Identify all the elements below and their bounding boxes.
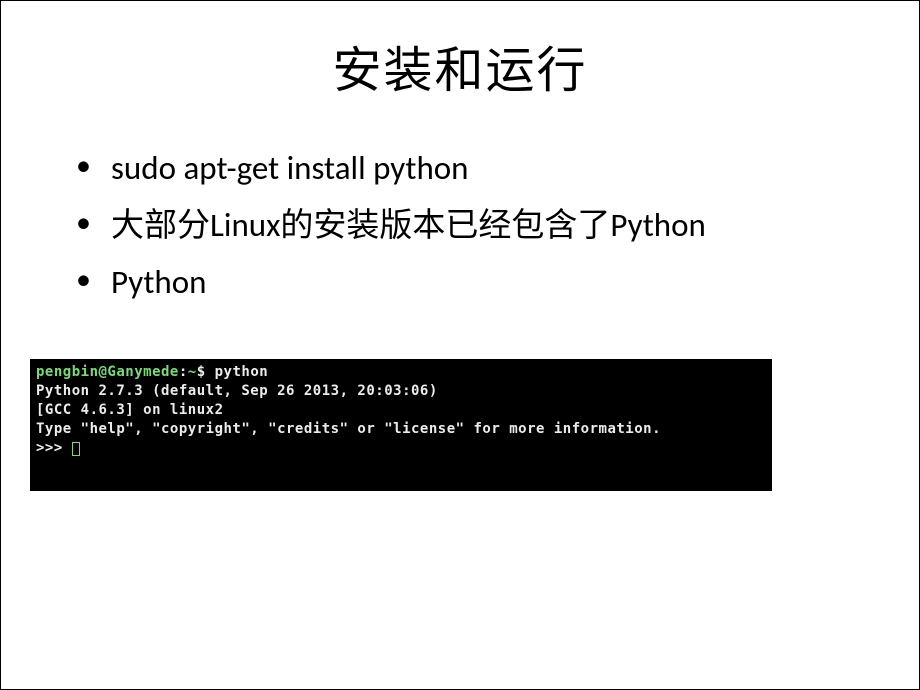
- list-item: Python: [111, 256, 859, 309]
- list-item: 大部分Linux的安装版本已经包含了Python: [111, 199, 859, 252]
- slide: 安装和运行 sudo apt-get install python 大部分Lin…: [0, 0, 920, 690]
- terminal-command: python: [215, 364, 269, 380]
- bullet-list: sudo apt-get install python 大部分Linux的安装版…: [1, 122, 919, 308]
- terminal-output-line: Type "help", "copyright", "credits" or "…: [36, 421, 661, 437]
- terminal-screenshot: pengbin@Ganymede:~$ python Python 2.7.3 …: [30, 359, 772, 491]
- repl-prompt: >>>: [36, 440, 72, 456]
- list-item: sudo apt-get install python: [111, 142, 859, 195]
- prompt-path: ~: [188, 364, 197, 380]
- prompt-sep: :: [179, 364, 188, 380]
- terminal-output-line: [GCC 4.6.3] on linux2: [36, 402, 224, 418]
- terminal-output-line: Python 2.7.3 (default, Sep 26 2013, 20:0…: [36, 383, 438, 399]
- cursor-icon: [72, 442, 80, 456]
- slide-title: 安装和运行: [1, 1, 919, 122]
- prompt-user-host: pengbin@Ganymede: [36, 364, 179, 380]
- prompt-end: $: [197, 364, 206, 380]
